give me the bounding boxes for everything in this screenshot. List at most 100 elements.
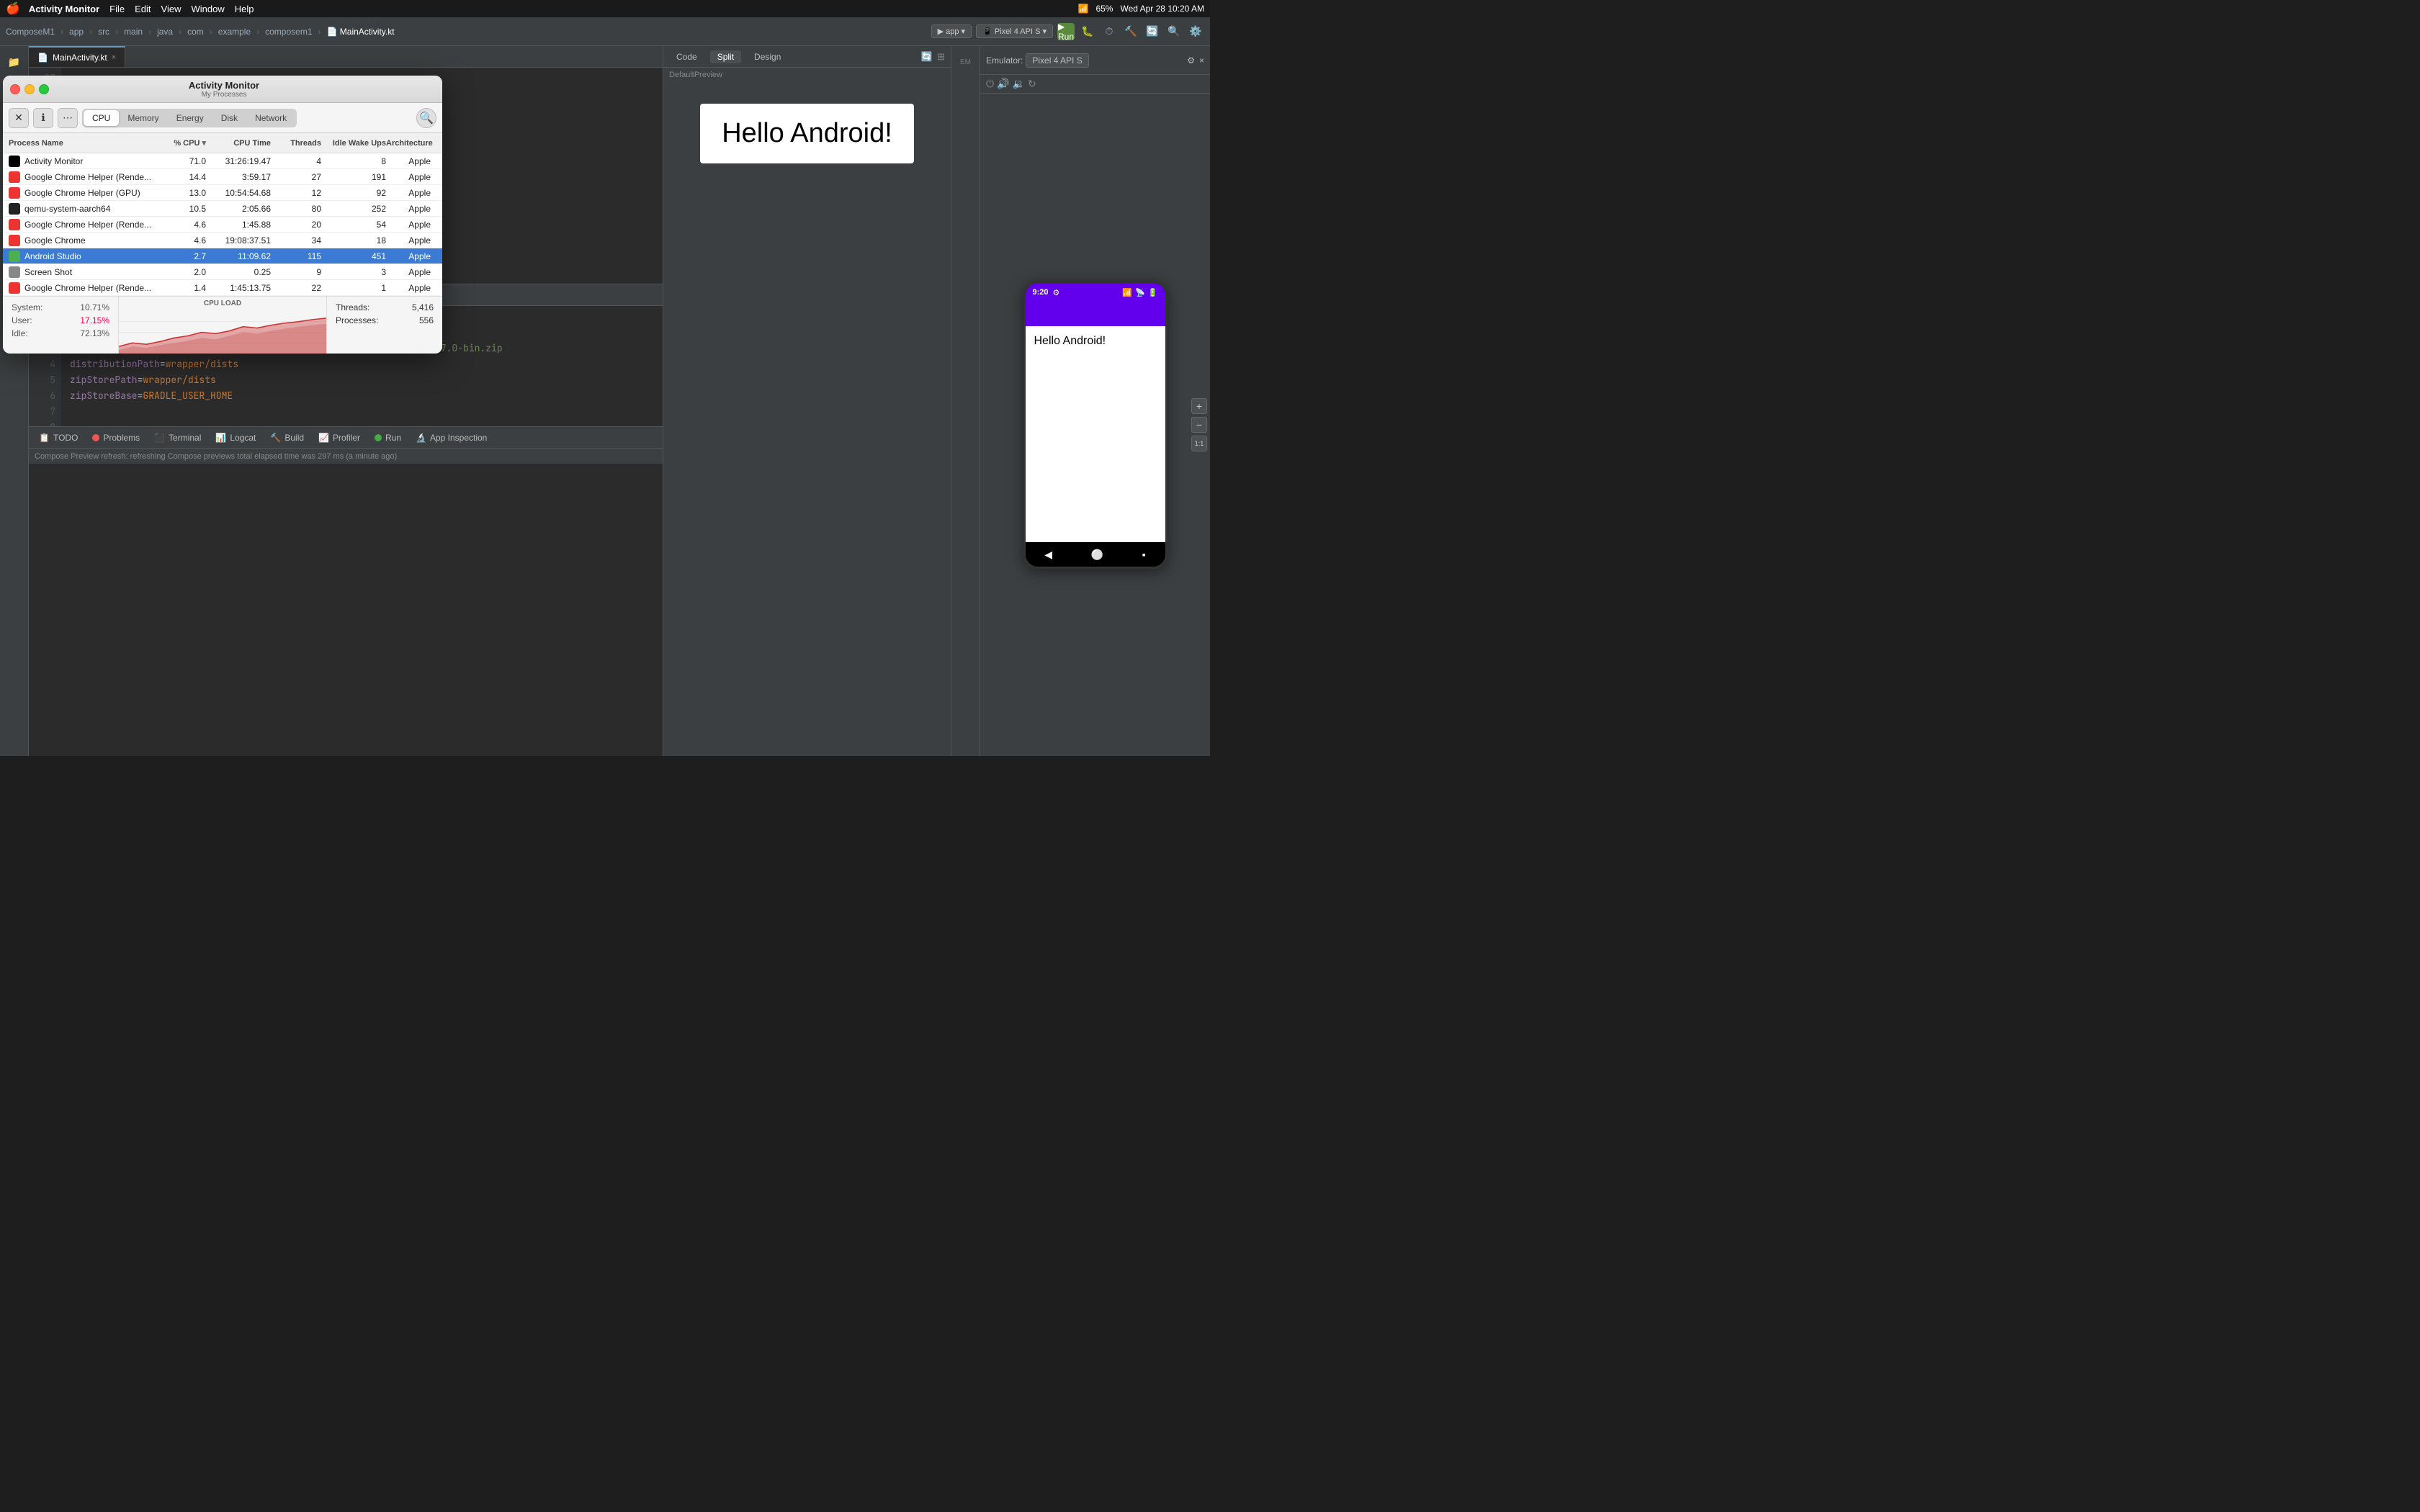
breadcrumb-src[interactable]: src [98,27,109,37]
am-tab-disk[interactable]: Disk [212,110,246,126]
process-name: Google Chrome [9,235,156,246]
todo-icon: 📋 [39,433,50,443]
emulator-close[interactable]: × [1199,55,1204,66]
am-table-row[interactable]: Google Chrome Helper (Rende...14.43:59.1… [3,169,442,185]
phone-back-btn[interactable]: ◀ [1044,549,1052,561]
am-inspect-btn[interactable]: ⋯ [58,108,78,128]
sidebar-project[interactable]: 📁 [4,52,24,72]
volume-down-icon[interactable]: 🔉 [1013,78,1025,90]
process-threads: 115 [271,251,321,261]
breadcrumb-project[interactable]: ComposeM1 [6,27,55,37]
process-threads: 34 [271,235,321,246]
process-icon [9,266,20,278]
process-icon [9,203,20,215]
zoom-fit[interactable]: 1:1 [1191,436,1207,451]
am-tab-memory[interactable]: Memory [119,110,167,126]
am-tab-energy[interactable]: Energy [168,110,212,126]
col-architecture[interactable]: Architecture [386,139,436,148]
debug-button[interactable]: 🐛 [1079,23,1096,40]
profiler-btn[interactable]: 📈 Profiler [313,429,366,446]
right-sidebar: EM [951,46,980,756]
menu-edit[interactable]: Edit [135,4,151,14]
col-idle[interactable]: Idle Wake Ups [321,139,386,148]
emulator-device[interactable]: Pixel 4 API S [1026,53,1088,68]
rotate-icon[interactable]: ↻ [1028,78,1036,90]
tab-main-activity[interactable]: 📄 MainActivity.kt × [29,46,125,67]
breadcrumb-java[interactable]: java [157,27,173,37]
volume-up-icon[interactable]: 🔊 [997,78,1009,90]
phone-home-btn[interactable]: ⚪ [1091,549,1103,561]
am-table-row[interactable]: Google Chrome4.619:08:37.513418Apple [3,233,442,248]
am-table-row[interactable]: Android Studio2.711:09.62115451Apple [3,248,442,264]
am-title-area: Activity Monitor My Processes [56,80,392,99]
maximize-button[interactable] [39,84,49,94]
col-cpu[interactable]: % CPU ▾ [156,138,206,148]
am-table-row[interactable]: Google Chrome Helper (Rende...1.41:45:13… [3,280,442,296]
process-time: 2:05.66 [206,204,271,214]
am-search-btn[interactable]: 🔍 [416,108,436,128]
process-name: qemu-system-aarch64 [9,203,156,215]
todo-btn[interactable]: 📋 TODO [33,429,84,446]
col-cpu-time[interactable]: CPU Time [206,139,271,148]
emulator-label: Emulator: [986,55,1023,66]
menu-app-name[interactable]: Activity Monitor [29,4,99,14]
app-selector[interactable]: ▶ app ▾ [931,24,972,38]
build-button[interactable]: 🔨 [1122,23,1139,40]
tab-close-main[interactable]: × [112,53,116,62]
breadcrumb-example[interactable]: example [218,27,251,37]
am-info-btn[interactable]: ℹ [33,108,53,128]
am-table-row[interactable]: Activity Monitor71.031:26:19.4748Apple [3,153,442,169]
phone-recents-btn[interactable]: ▪ [1142,549,1146,560]
device-selector[interactable]: 📱 Pixel 4 API S ▾ [976,24,1053,38]
minimize-button[interactable] [24,84,35,94]
phone-frame: 9:20 ⚙ 📶📡🔋 Hello Android! ◀ ⚪ ▪ [1023,281,1168,569]
power-icon[interactable]: ⏻ [986,78,994,90]
zoom-out[interactable]: − [1191,417,1207,433]
am-table-row[interactable]: Google Chrome Helper (Rende...4.61:45.88… [3,217,442,233]
breadcrumb-com[interactable]: com [187,27,204,37]
profile-button[interactable]: ⏱ [1101,23,1118,40]
zoom-in[interactable]: + [1191,398,1207,414]
split-preview: Code Split Design 🔄 ⊞ DefaultPreview Hel… [663,68,951,284]
phone-status-bar: 9:20 ⚙ 📶📡🔋 [1026,283,1165,302]
process-cpu: 4.6 [156,235,206,246]
problems-btn[interactable]: Problems [86,429,145,446]
build-btn[interactable]: 🔨 Build [264,429,310,446]
emulator-settings[interactable]: ⚙ [1187,55,1195,66]
breadcrumb-composem1[interactable]: composem1 [265,27,312,37]
sidebar-right-icon1[interactable]: EM [956,52,976,72]
am-close-btn[interactable]: ✕ [9,108,29,128]
process-name: Google Chrome Helper (Rende... [9,282,156,294]
am-subtitle: My Processes [56,91,392,99]
col-process-name[interactable]: Process Name [9,139,156,148]
chart-canvas [119,311,326,354]
sync-button[interactable]: 🔄 [1144,23,1161,40]
breadcrumb-main[interactable]: main [124,27,143,37]
menu-view[interactable]: View [161,4,182,14]
am-tab-cpu[interactable]: CPU [84,110,119,126]
search-button[interactable]: 🔍 [1165,23,1183,40]
settings-button[interactable]: ⚙️ [1187,23,1204,40]
menu-help[interactable]: Help [235,4,254,14]
process-arch: Apple [386,235,436,246]
menu-file[interactable]: File [109,4,125,14]
run-bottom-btn[interactable]: Run [369,429,407,446]
apple-menu-icon[interactable]: 🍎 [6,1,20,16]
am-table-row[interactable]: Google Chrome Helper (GPU)13.010:54:54.6… [3,185,442,201]
process-time: 10:54:54.68 [206,188,271,198]
breadcrumb-file[interactable]: 📄 MainActivity.kt [327,27,395,37]
logcat-icon: 📊 [215,433,226,443]
terminal-btn[interactable]: ⬛ Terminal [148,429,207,446]
logcat-btn[interactable]: 📊 Logcat [210,429,261,446]
am-table-row[interactable]: Screen Shot2.00.2593Apple [3,264,442,280]
app-inspection-btn[interactable]: 🔬 App Inspection [410,429,493,446]
run-button[interactable]: ▶ Run [1057,23,1075,40]
process-cpu: 4.6 [156,220,206,230]
close-button[interactable] [10,84,20,94]
process-time: 19:08:37.51 [206,235,271,246]
menu-window[interactable]: Window [191,4,224,14]
col-threads[interactable]: Threads [271,139,321,148]
am-table-row[interactable]: qemu-system-aarch6410.52:05.6680252Apple [3,201,442,217]
am-tab-network[interactable]: Network [246,110,295,126]
breadcrumb-app[interactable]: app [69,27,84,37]
